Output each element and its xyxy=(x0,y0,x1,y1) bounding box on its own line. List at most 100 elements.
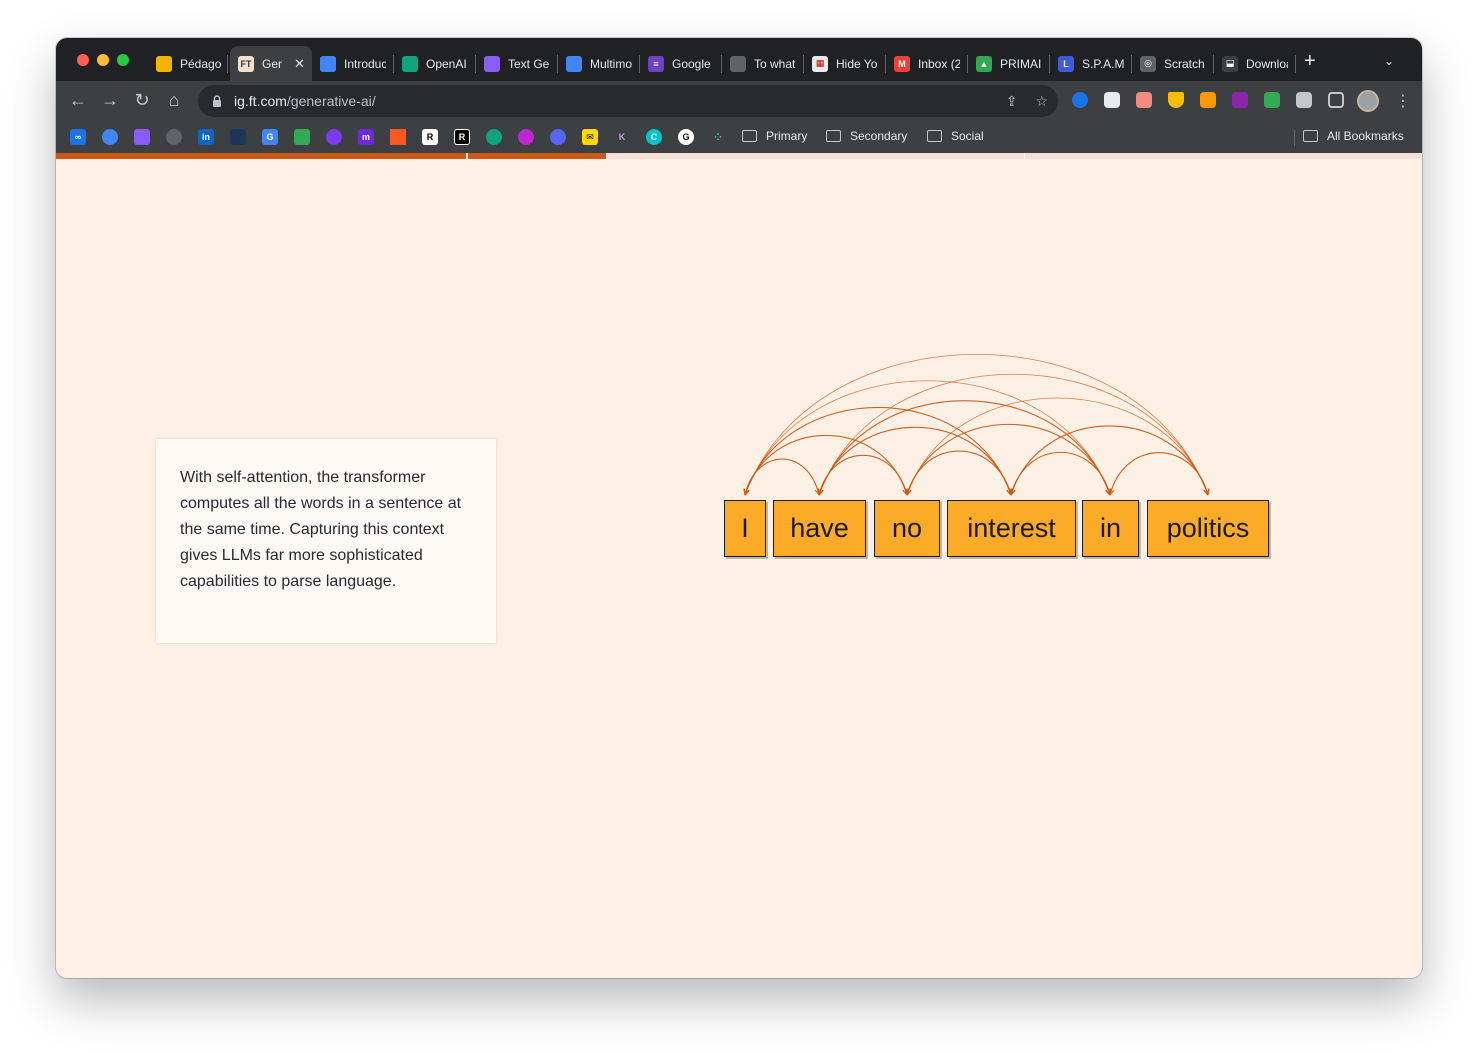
tab-spam[interactable]: L S.P.A.M xyxy=(1050,46,1130,81)
extension-blue-dot-icon[interactable] xyxy=(1072,92,1088,108)
extension-tools-icon[interactable] xyxy=(1200,92,1216,108)
doc-icon xyxy=(730,55,746,72)
close-tab-icon[interactable]: ✕ xyxy=(294,56,305,72)
folder-icon xyxy=(742,130,757,142)
google-cloud-icon xyxy=(320,55,336,72)
ft-icon: FT xyxy=(238,55,254,72)
google-translate-icon[interactable]: G xyxy=(262,129,278,145)
tab-google[interactable]: ≡ Google xyxy=(640,46,720,81)
bookmark-folder-social[interactable]: Social xyxy=(927,129,984,143)
extensions-puzzle-icon[interactable] xyxy=(1296,92,1312,108)
progress-segment-complete xyxy=(56,153,466,159)
tab-strip: Pédagogie FT Generative AI ✕ Introductio… xyxy=(56,38,1422,81)
tab-introduction[interactable]: Introduction xyxy=(312,46,392,81)
address-bar[interactable]: ig.ft.com/generative-ai/ ⇪ ☆ xyxy=(198,85,1058,117)
bookmark-cloud-icon[interactable] xyxy=(102,129,118,145)
attention-arc xyxy=(745,354,1208,495)
github-icon[interactable] xyxy=(166,129,182,145)
attention-arc xyxy=(745,435,907,495)
extension-flask-icon[interactable] xyxy=(1168,92,1184,108)
bookmark-r-white-icon[interactable]: R xyxy=(422,129,438,145)
bookmark-g-icon[interactable]: G xyxy=(678,129,694,145)
google-cloud-icon xyxy=(566,55,582,72)
all-bookmarks-button[interactable]: All Bookmarks xyxy=(1303,129,1404,143)
attention-arc xyxy=(745,407,1011,495)
bookmark-infinity-icon[interactable]: ∞ xyxy=(70,129,86,145)
list-icon: ≡ xyxy=(648,55,664,72)
bookmark-kt-icon[interactable]: K xyxy=(614,129,630,145)
url-host: ig.ft.com xyxy=(234,93,287,109)
word-token[interactable]: have xyxy=(773,500,866,557)
attention-arc xyxy=(907,450,1011,495)
bookmark-folder-primary[interactable]: Primary xyxy=(742,129,807,143)
chatgpt-icon[interactable] xyxy=(486,129,502,145)
tab-scratch[interactable]: ◎ Scratch xyxy=(1132,46,1212,81)
tab-to-what[interactable]: To what xyxy=(722,46,802,81)
bookmark-orange-square-icon[interactable] xyxy=(390,129,406,145)
tab-inbox[interactable]: M Inbox (2) xyxy=(886,46,966,81)
profile-avatar[interactable] xyxy=(1357,90,1379,112)
tab-pedagogie[interactable]: Pédagogie xyxy=(148,46,226,81)
bookmarks-bar: ∞ in G m R R ✉ K C G ⁘ Primary Secondary… xyxy=(56,121,1422,153)
home-icon[interactable]: ⌂ xyxy=(163,89,185,111)
tab-text-generation[interactable]: Text Generation xyxy=(476,46,556,81)
tab-search-chevron-icon[interactable]: ⌄ xyxy=(1384,54,1394,68)
extension-hex-icon[interactable] xyxy=(1104,92,1120,108)
maximize-window-button[interactable] xyxy=(117,54,129,66)
progress-segment-current xyxy=(468,153,606,159)
close-window-button[interactable] xyxy=(77,54,89,66)
description-text: With self-attention, the transformer com… xyxy=(180,469,462,590)
attention-arc xyxy=(907,424,1110,495)
new-tab-icon[interactable]: + xyxy=(1304,51,1316,71)
tab-multimodal[interactable]: Multimodal xyxy=(558,46,638,81)
word-token[interactable]: I xyxy=(724,500,766,557)
attention-arc xyxy=(745,458,819,495)
extension-k-icon[interactable] xyxy=(1232,92,1248,108)
browser-toolbar: ← → ↻ ⌂ ig.ft.com/generative-ai/ ⇪ ☆ ⋮ xyxy=(56,81,1422,121)
tab-hide-your[interactable]: ▦ Hide Your xyxy=(804,46,884,81)
attention-arc xyxy=(819,400,1110,495)
minimize-window-button[interactable] xyxy=(97,54,109,66)
back-icon[interactable]: ← xyxy=(67,89,89,111)
mailchimp-icon[interactable]: ✉ xyxy=(582,129,598,145)
description-card: With self-attention, the transformer com… xyxy=(156,439,496,643)
lock-icon xyxy=(213,95,221,107)
tab-primaire[interactable]: ▲ PRIMAIRE xyxy=(968,46,1048,81)
folder-icon xyxy=(1303,130,1318,142)
bookmark-r-black-icon[interactable]: R xyxy=(454,129,470,145)
tab-downloads[interactable]: ⬓ Downloads xyxy=(1214,46,1294,81)
linkedin-icon[interactable]: in xyxy=(198,129,214,145)
canva-icon[interactable]: C xyxy=(646,129,662,145)
attention-arc xyxy=(1110,452,1208,495)
tab-generative-ai[interactable]: FT Generative AI ✕ xyxy=(230,46,312,81)
browser-menu-icon[interactable]: ⋮ xyxy=(1395,91,1411,111)
word-token[interactable]: politics xyxy=(1147,500,1269,557)
attention-arc xyxy=(907,397,1208,495)
attention-arc xyxy=(1011,425,1208,495)
bookmark-robot-icon[interactable] xyxy=(294,129,310,145)
bookmark-m-icon[interactable]: m xyxy=(358,129,374,145)
extension-video-icon[interactable] xyxy=(1136,92,1152,108)
word-token[interactable]: no xyxy=(874,500,940,557)
bookmark-bot-icon[interactable] xyxy=(518,129,534,145)
bookmark-folder-secondary[interactable]: Secondary xyxy=(826,129,907,143)
word-token[interactable]: interest xyxy=(947,500,1076,557)
bookmark-gem-icon[interactable] xyxy=(134,129,150,145)
bookmark-network-icon[interactable]: ⁘ xyxy=(710,129,726,145)
url-path: /generative-ai/ xyxy=(286,93,376,109)
side-panel-icon[interactable] xyxy=(1328,92,1344,108)
forward-icon[interactable]: → xyxy=(99,89,121,111)
attention-arc xyxy=(819,454,907,495)
tab-openai[interactable]: OpenAI xyxy=(394,46,474,81)
attention-arc xyxy=(1011,451,1110,495)
drive-icon: ▲ xyxy=(976,55,992,72)
share-icon[interactable]: ⇪ xyxy=(1006,93,1018,110)
bookmark-star-icon[interactable]: ☆ xyxy=(1035,93,1048,110)
discord-icon[interactable] xyxy=(550,129,566,145)
attention-arc xyxy=(819,374,1208,495)
extension-drive-icon[interactable] xyxy=(1264,92,1280,108)
word-token[interactable]: in xyxy=(1082,500,1139,557)
reload-icon[interactable]: ↻ xyxy=(131,89,153,111)
bookmark-shield-icon[interactable] xyxy=(230,129,246,145)
bookmark-diamond-icon[interactable] xyxy=(326,129,342,145)
